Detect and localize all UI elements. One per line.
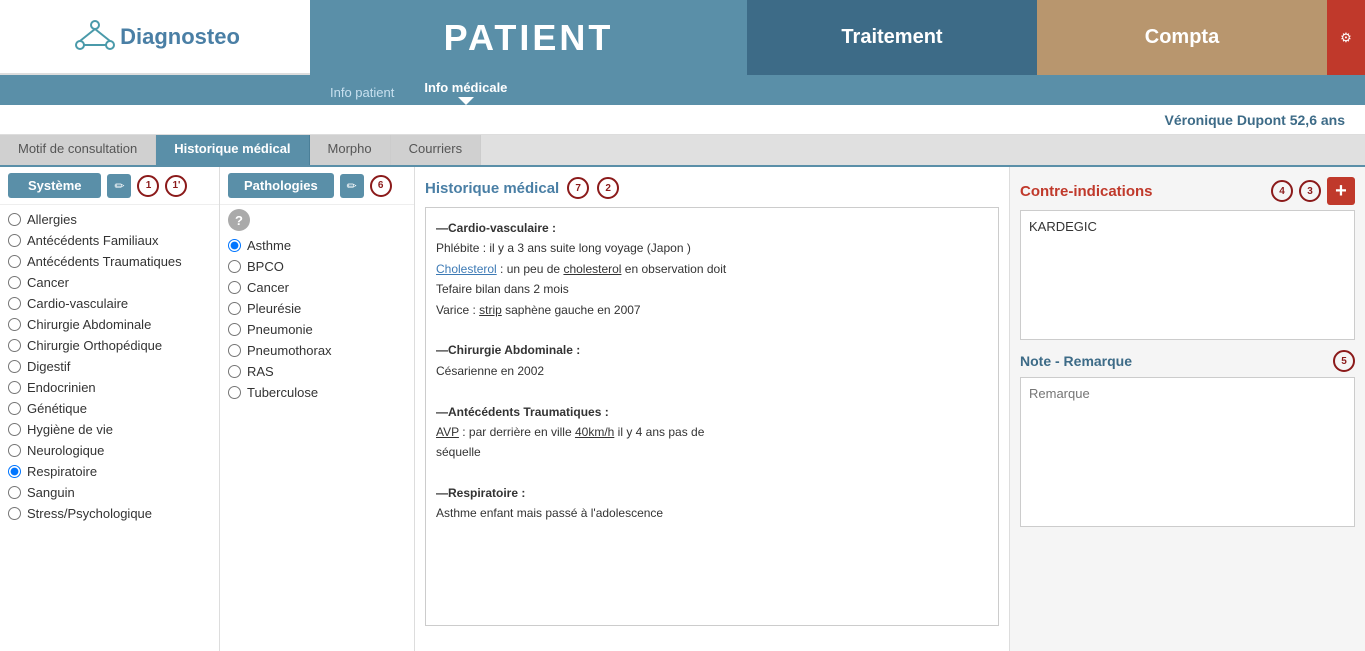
systeme-item[interactable]: Stress/Psychologique (8, 503, 211, 524)
nav-compta[interactable]: Compta (1037, 0, 1327, 75)
systeme-item[interactable]: Chirurgie Abdominale (8, 314, 211, 335)
hist-cardio-line2: Cholesterol : un peu de cholesterol en o… (436, 259, 988, 279)
pathologies-item[interactable]: Pleurésie (228, 298, 406, 319)
note-textarea[interactable] (1020, 377, 1355, 527)
pathologies-item[interactable]: Tuberculose (228, 382, 406, 403)
hist-trauma-line2: séquelle (436, 442, 988, 462)
add-ci-button[interactable]: + (1327, 177, 1355, 205)
systeme-item[interactable]: Endocrinien (8, 377, 211, 398)
panel-pathologies: Pathologies ✏ 6 ? AsthmeBPCOCancerPleuré… (220, 167, 415, 651)
hist-chir-line1: Césarienne en 2002 (436, 361, 988, 381)
hist-cardio-title: —Cardio-vasculaire : (436, 221, 556, 235)
panel-historique: Historique médical 7 2 —Cardio-vasculair… (415, 167, 1010, 651)
panel-right: Contre-indications 4 3 + KARDEGIC Note -… (1010, 167, 1365, 651)
pathologies-item[interactable]: Asthme (228, 235, 406, 256)
settings-button[interactable]: ⚙ (1327, 0, 1365, 75)
systeme-header: Système ✏ 1 1' (0, 167, 219, 205)
systeme-item[interactable]: Cancer (8, 272, 211, 293)
pathologies-item[interactable]: Cancer (228, 277, 406, 298)
hist-chir-title: —Chirurgie Abdominale : (436, 343, 580, 357)
annotation-3: 3 (1299, 180, 1321, 202)
systeme-item[interactable]: Respiratoire (8, 461, 211, 482)
logo-icon (70, 17, 120, 57)
tab-motif-consultation[interactable]: Motif de consultation (0, 135, 156, 165)
annotation-1: 1 (137, 175, 159, 197)
ci-header: Contre-indications 4 3 + (1020, 177, 1355, 205)
pathologies-item[interactable]: BPCO (228, 256, 406, 277)
annotation-6: 6 (370, 175, 392, 197)
systeme-item[interactable]: Cardio-vasculaire (8, 293, 211, 314)
systeme-edit-button[interactable]: ✏ (107, 174, 131, 198)
patient-info-row: Véronique Dupont 52,6 ans (0, 105, 1365, 135)
sub-nav-info-medicale[interactable]: Info médicale (424, 80, 507, 97)
systeme-item[interactable]: Allergies (8, 209, 211, 230)
systeme-radio-list: AllergiesAntécédents FamiliauxAntécédent… (0, 205, 219, 528)
pathologies-item[interactable]: Pneumonie (228, 319, 406, 340)
content-area: Système ✏ 1 1' AllergiesAntécédents Fami… (0, 167, 1365, 651)
ci-title: Contre-indications (1020, 183, 1153, 200)
annotation-2: 2 (597, 177, 619, 199)
patient-name: Véronique Dupont 52,6 ans (1165, 112, 1345, 128)
hist-resp-line1: Asthme enfant mais passé à l'adolescence (436, 503, 988, 523)
systeme-item[interactable]: Antécédents Familiaux (8, 230, 211, 251)
hist-trauma-title: —Antécédents Traumatiques : (436, 405, 609, 419)
note-header: Note - Remarque 5 (1020, 350, 1355, 372)
historique-content[interactable]: —Cardio-vasculaire : Phlébite : il y a 3… (425, 207, 999, 626)
systeme-item[interactable]: Digestif (8, 356, 211, 377)
logo-area: Diagnosteo (0, 0, 310, 75)
gear-icon: ⚙ (1340, 30, 1352, 46)
main-tabs: Motif de consultation Historique médical… (0, 135, 1365, 167)
pathologies-item[interactable]: Pneumothorax (228, 340, 406, 361)
pathologies-button[interactable]: Pathologies (228, 173, 334, 198)
app-logo: Diagnosteo (120, 24, 240, 50)
annotation-7: 7 (567, 177, 589, 199)
pathologies-item[interactable]: RAS (228, 361, 406, 382)
ci-content[interactable]: KARDEGIC (1020, 210, 1355, 340)
hist-trauma-line1: AVP : par derrière en ville 40km/h il y … (436, 422, 988, 442)
note-remarque-section: Note - Remarque 5 (1020, 350, 1355, 641)
pathologies-edit-button[interactable]: ✏ (340, 174, 364, 198)
annotation-1prime: 1' (165, 175, 187, 197)
active-tab-arrow (458, 97, 474, 105)
systeme-button[interactable]: Système (8, 173, 101, 198)
contre-indications-section: Contre-indications 4 3 + KARDEGIC (1020, 177, 1355, 340)
note-title: Note - Remarque (1020, 353, 1132, 369)
systeme-item[interactable]: Neurologique (8, 440, 211, 461)
historique-title: Historique médical (425, 180, 559, 197)
systeme-item[interactable]: Antécédents Traumatiques (8, 251, 211, 272)
tab-courriers[interactable]: Courriers (391, 135, 481, 165)
systeme-item[interactable]: Sanguin (8, 482, 211, 503)
tab-historique-medical[interactable]: Historique médical (156, 135, 309, 165)
hist-cardio-line4: Varice : strip saphène gauche en 2007 (436, 300, 988, 320)
systeme-item[interactable]: Chirurgie Orthopédique (8, 335, 211, 356)
sub-nav-info-patient[interactable]: Info patient (330, 85, 394, 105)
pathologies-radio-list: AsthmeBPCOCancerPleurésiePneumoniePneumo… (220, 235, 414, 403)
annotation-5: 5 (1333, 350, 1355, 372)
hist-cardio-line3: Tefaire bilan dans 2 mois (436, 279, 988, 299)
nav-traitement[interactable]: Traitement (747, 0, 1037, 75)
tab-morpho[interactable]: Morpho (310, 135, 391, 165)
systeme-item[interactable]: Hygiène de vie (8, 419, 211, 440)
pathologies-header: Pathologies ✏ 6 (220, 167, 414, 205)
panel-systeme: Système ✏ 1 1' AllergiesAntécédents Fami… (0, 167, 220, 651)
nav-patient[interactable]: PATIENT (310, 0, 747, 75)
annotation-4: 4 (1271, 180, 1293, 202)
hist-resp-title: —Respiratoire : (436, 486, 525, 500)
systeme-item[interactable]: Génétique (8, 398, 211, 419)
hist-cardio-line1: Phlébite : il y a 3 ans suite long voyag… (436, 238, 988, 258)
help-button[interactable]: ? (228, 209, 250, 231)
